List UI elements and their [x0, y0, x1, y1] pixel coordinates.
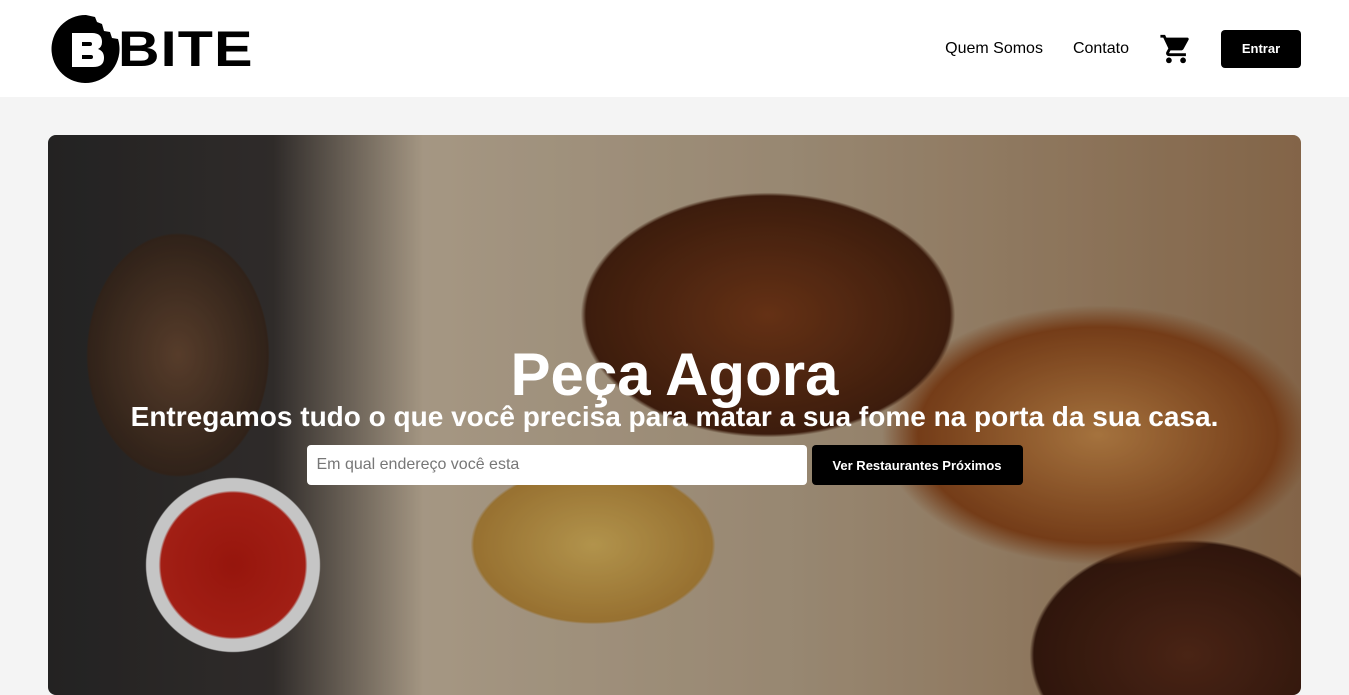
shopping-cart-icon[interactable]	[1159, 32, 1193, 66]
bite-logo-icon	[51, 14, 120, 83]
site-header: BITE Quem Somos Contato Entrar	[0, 0, 1349, 97]
find-restaurants-button[interactable]: Ver Restaurantes Próximos	[811, 445, 1023, 485]
nav-contato[interactable]: Contato	[1073, 40, 1129, 58]
logo[interactable]: BITE	[50, 13, 252, 85]
hero-banner: Peça Agora Entregamos tudo o que você pr…	[48, 135, 1301, 695]
nav-quem-somos[interactable]: Quem Somos	[945, 40, 1043, 58]
main-nav: Quem Somos Contato Entrar	[945, 29, 1301, 68]
address-search: Ver Restaurantes Próximos	[48, 445, 1301, 485]
logo-text: BITE	[118, 20, 254, 77]
address-input[interactable]	[306, 445, 807, 485]
login-button[interactable]: Entrar	[1221, 29, 1301, 68]
hero-subtitle: Entregamos tudo o que você precisa para …	[130, 401, 1219, 432]
